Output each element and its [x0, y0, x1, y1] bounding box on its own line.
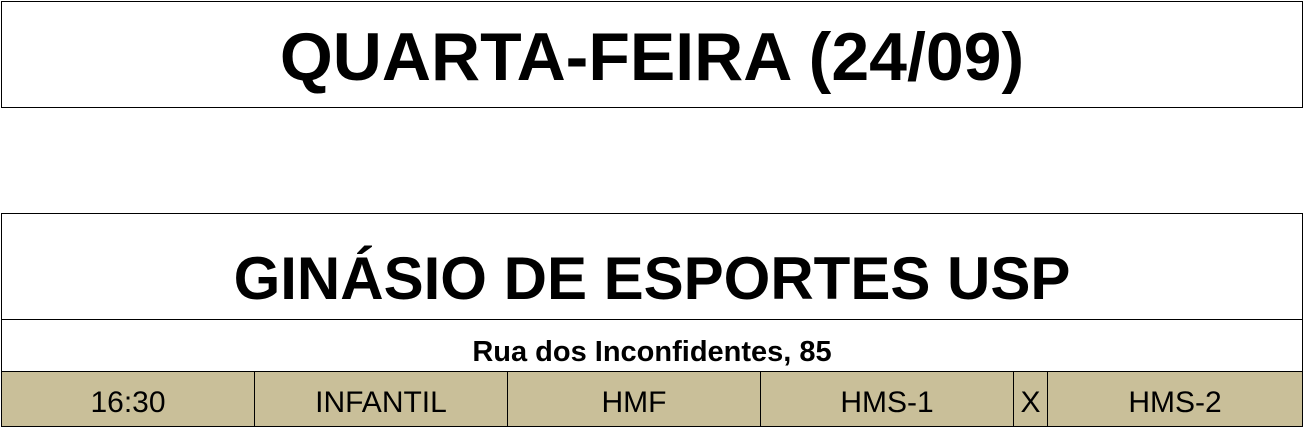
day-header: QUARTA-FEIRA (24/09)	[1, 1, 1303, 108]
match-time: 16:30	[2, 372, 255, 426]
match-team-away: HMS-2	[1128, 386, 1222, 419]
venue-table: GINÁSIO DE ESPORTES USP Rua dos Inconfid…	[1, 213, 1303, 427]
day-title: QUARTA-FEIRA (24/09)	[279, 18, 1025, 95]
match-modality: HMF	[508, 372, 761, 426]
match-row: 16:30 INFANTIL HMF HMS-1 X HMS-2	[2, 372, 1302, 426]
match-team-home: HMS-1	[761, 372, 1014, 426]
venue-name: GINÁSIO DE ESPORTES USP	[233, 245, 1071, 312]
match-versus: X	[1014, 372, 1048, 426]
match-category: INFANTIL	[255, 372, 508, 426]
venue-address: Rua dos Inconfidentes, 85	[472, 336, 832, 368]
venue-address-row: Rua dos Inconfidentes, 85	[2, 320, 1302, 372]
venue-name-row: GINÁSIO DE ESPORTES USP	[2, 214, 1302, 320]
